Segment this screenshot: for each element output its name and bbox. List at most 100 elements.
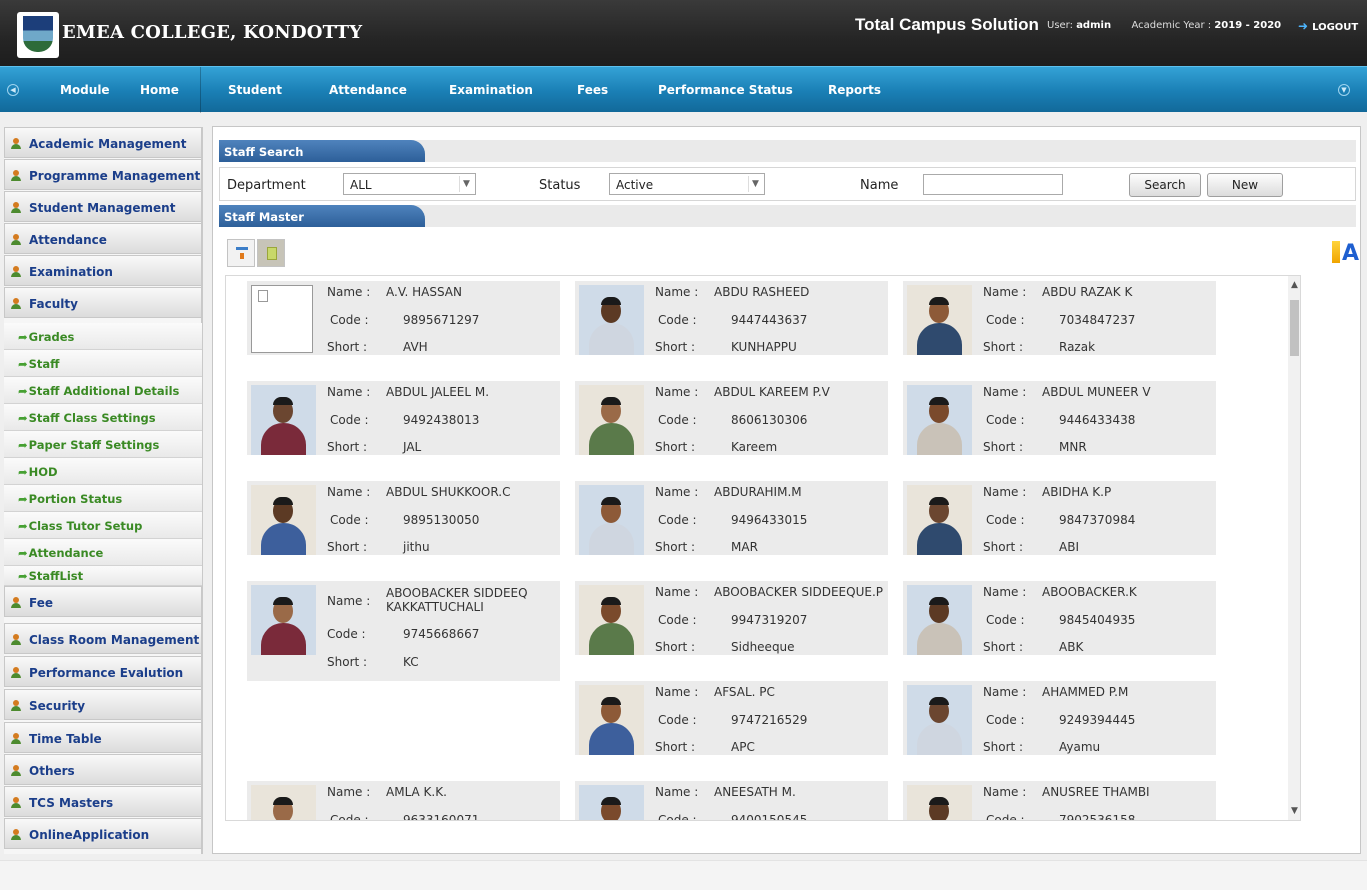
new-button[interactable]: New	[1207, 173, 1283, 197]
name-label: Name :	[655, 585, 699, 599]
subitem-paper-staff-settings[interactable]: ➦Paper Staff Settings	[4, 431, 202, 458]
department-select[interactable]: ALL ▼	[343, 173, 476, 195]
staff-card[interactable]: Name : ABOOBACKER SIDDEEQUE.P Code : 994731…	[575, 581, 888, 655]
sidebar-item-attendance[interactable]: Attendance	[4, 223, 202, 254]
name-input[interactable]	[923, 174, 1063, 195]
arrow-right-icon: ➦	[18, 357, 28, 371]
staff-card[interactable]: Name : A.V. HASSAN Code : 9895671297 Short :…	[247, 281, 560, 355]
sidebar-item-security[interactable]: Security	[4, 689, 202, 720]
short-label: Short :	[327, 540, 368, 554]
nav-fees[interactable]: Fees	[577, 83, 608, 97]
name-label: Name :	[655, 285, 699, 299]
staff-card[interactable]: Name :AMLA K.K.Code :9633160071Short :	[247, 781, 560, 820]
staff-photo	[907, 285, 972, 355]
nav-student[interactable]: Student	[228, 83, 282, 97]
nav-collapse-right-icon[interactable]: ▼	[1338, 84, 1350, 96]
subitem-staff[interactable]: ➦Staff	[4, 350, 202, 377]
staff-card[interactable]: Name : ABIDHA K.P Code : 9847370984 Short : A…	[903, 481, 1216, 555]
staff-code: 9747216529	[731, 713, 808, 727]
subitem-attendance[interactable]: ➦Attendance	[4, 539, 202, 566]
staff-code: 9492438013	[403, 413, 480, 427]
staff-card[interactable]: Name : ABOOBACKER.K Code : 9845404935 Short …	[903, 581, 1216, 655]
sidebar-item-academic-management[interactable]: Academic Management	[4, 127, 202, 158]
footer	[0, 860, 1367, 890]
module-user-icon	[11, 595, 25, 609]
staff-card[interactable]: Name : ABDUL KAREEM P.V Code : 8606130306 Sh…	[575, 381, 888, 455]
staff-short: ABI	[1059, 540, 1079, 554]
sidebar-item-performance-evalution[interactable]: Performance Evalution	[4, 656, 202, 687]
subitem-label: Portion Status	[28, 492, 123, 506]
staff-photo	[907, 385, 972, 455]
chevron-down-icon: ▼	[459, 176, 473, 192]
staff-photo	[907, 685, 972, 755]
nav-collapse-left-icon[interactable]: ◀	[7, 84, 19, 96]
staff-card[interactable]: Name : AHAMMED P.M Code : 9249394445 Short :…	[903, 681, 1216, 755]
staff-card[interactable]: Name : ABOOBACKER SIDDEEQ KAKKATTUCHALI Cod…	[247, 581, 560, 681]
sidebar-item-faculty[interactable]: Faculty	[4, 287, 202, 318]
sidebar-item-label: Fee	[29, 596, 53, 610]
sidebar-item-tcs-masters[interactable]: TCS Masters	[4, 786, 202, 817]
staff-card[interactable]: Name : AFSAL. PC Code : 9747216529 Short : AP…	[575, 681, 888, 755]
sidebar-item-others[interactable]: Others	[4, 754, 202, 785]
subitem-stafflist[interactable]: ➦StaffList	[4, 566, 202, 586]
sort-export-icon[interactable]: A	[1330, 239, 1359, 269]
nav-reports[interactable]: Reports	[828, 83, 881, 97]
status-select[interactable]: Active ▼	[609, 173, 765, 195]
subitem-label: Class Tutor Setup	[28, 519, 143, 533]
nav-module[interactable]: Module	[60, 83, 110, 97]
staff-card[interactable]: Name : ABDUL MUNEER V Code : 9446433438 Shor…	[903, 381, 1216, 455]
card-view-icon[interactable]	[227, 239, 255, 267]
sidebar-item-programme-management[interactable]: Programme Management	[4, 159, 202, 190]
sidebar-item-onlineapplication[interactable]: OnlineApplication	[4, 818, 202, 849]
staff-card[interactable]: Name : ABDU RASHEED Code : 9447443637 Short …	[575, 281, 888, 355]
staff-card[interactable]: Name : ABDURAHIM.M Code : 9496433015 Short :…	[575, 481, 888, 555]
staff-name: ABDU RAZAK K	[1042, 285, 1133, 299]
nav-home[interactable]: Home	[140, 83, 179, 97]
chevron-down-icon: ▼	[748, 176, 762, 192]
staff-name: ANEESATH M.	[714, 785, 796, 799]
nav-attendance[interactable]: Attendance	[329, 83, 407, 97]
sidebar-item-fee[interactable]: Fee	[4, 586, 202, 617]
staff-card[interactable]: Name :ANUSREE THAMBICode :7902536158Shor…	[903, 781, 1216, 820]
subitem-label: Staff Class Settings	[28, 411, 156, 425]
nav-performance-status[interactable]: Performance Status	[658, 83, 793, 97]
sidebar-item-student-management[interactable]: Student Management	[4, 191, 202, 222]
name-label: Name :	[655, 685, 699, 699]
arrow-right-icon: ➦	[18, 492, 28, 506]
staff-short: MAR	[731, 540, 758, 554]
subitem-hod[interactable]: ➦HOD	[4, 458, 202, 485]
staff-card[interactable]: Name : ABDU RAZAK K Code : 7034847237 Short …	[903, 281, 1216, 355]
subitem-staff-additional-details[interactable]: ➦Staff Additional Details	[4, 377, 202, 404]
list-view-icon[interactable]	[257, 239, 285, 267]
code-label: Code :	[986, 313, 1025, 327]
scrollbar-thumb[interactable]	[1290, 300, 1299, 356]
staff-card[interactable]: Name : ABDUL SHUKKOOR.C Code : 9895130050 Sh…	[247, 481, 560, 555]
short-label: Short :	[655, 540, 696, 554]
module-user-icon	[11, 296, 25, 310]
subitem-staff-class-settings[interactable]: ➦Staff Class Settings	[4, 404, 202, 431]
sidebar-item-time-table[interactable]: Time Table	[4, 722, 202, 753]
search-button[interactable]: Search	[1129, 173, 1201, 197]
subitem-label: Staff	[28, 357, 60, 371]
code-label: Code :	[327, 627, 366, 641]
staff-name: AFSAL. PC	[714, 685, 775, 699]
staff-name: ABOOBACKER SIDDEEQ	[386, 586, 528, 600]
name-label: Name :	[983, 685, 1027, 699]
sidebar-item-class-room-management[interactable]: Class Room Management	[4, 623, 202, 654]
staff-card[interactable]: Name :ANEESATH M.Code :9400150545Short :	[575, 781, 888, 820]
vertical-scrollbar[interactable]: ▲ ▼	[1288, 276, 1300, 820]
staff-card[interactable]: Name : ABDUL JALEEL M. Code : 9492438013 Sho…	[247, 381, 560, 455]
code-label: Code :	[330, 513, 369, 527]
code-label: Code :	[986, 613, 1025, 627]
subitem-portion-status[interactable]: ➦Portion Status	[4, 485, 202, 512]
logout-button[interactable]: ➜ LOGOUT	[1298, 19, 1358, 33]
subitem-grades[interactable]: ➦Grades	[4, 323, 202, 350]
user-name: admin	[1076, 20, 1112, 31]
subitem-class-tutor-setup[interactable]: ➦Class Tutor Setup	[4, 512, 202, 539]
sidebar-item-examination[interactable]: Examination	[4, 255, 202, 286]
sidebar-item-label: Academic Management	[29, 137, 187, 151]
nav-examination[interactable]: Examination	[449, 83, 533, 97]
module-user-icon	[11, 200, 25, 214]
chevron-down-icon[interactable]: ▼	[1288, 804, 1300, 818]
chevron-up-icon[interactable]: ▲	[1288, 278, 1300, 292]
